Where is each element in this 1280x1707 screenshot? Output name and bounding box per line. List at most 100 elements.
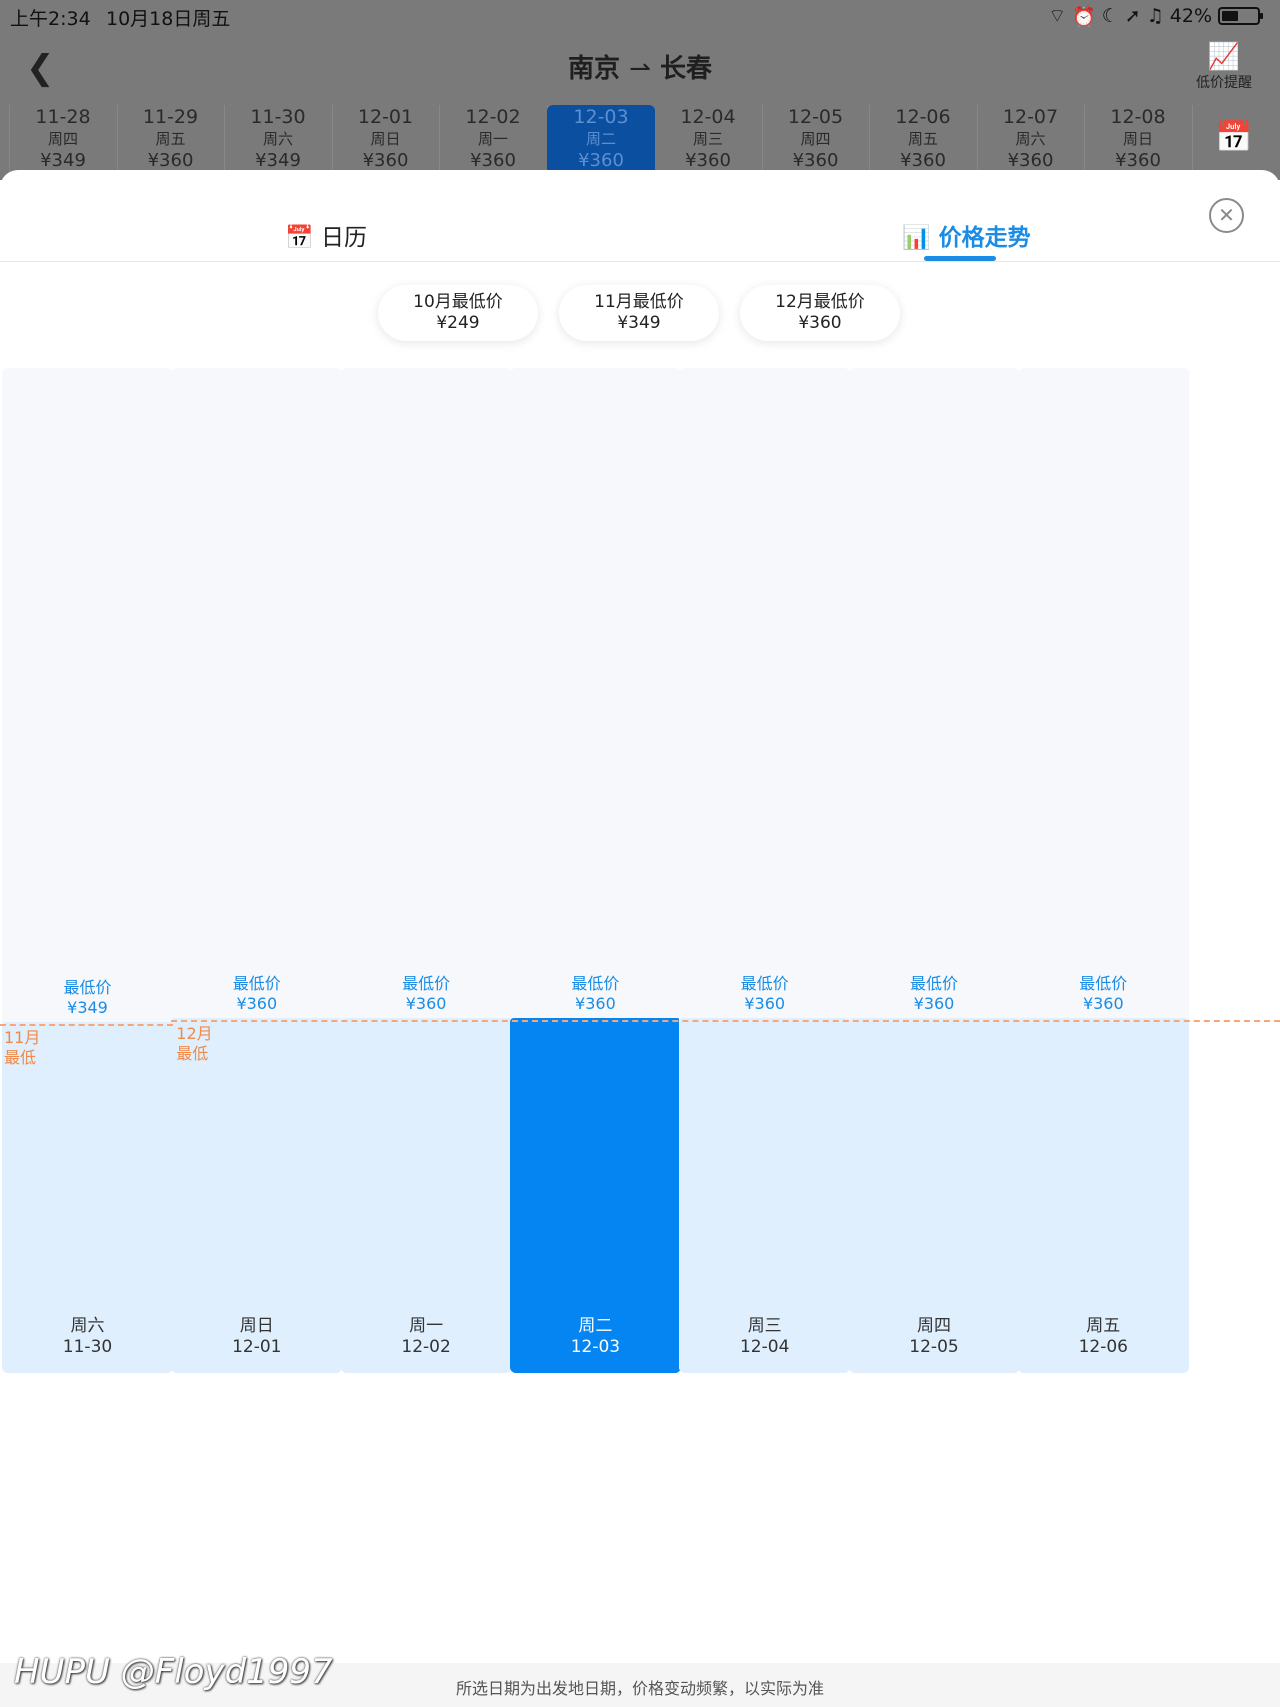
- bar-date-label: 12-06: [1078, 1337, 1128, 1357]
- headphones-icon: ♫: [1146, 5, 1164, 27]
- moon-icon: ☾: [1101, 5, 1119, 27]
- date-strip-item[interactable]: 12-04 周三 ¥360: [655, 105, 763, 180]
- route-arrow-icon: ⇀: [629, 54, 651, 84]
- month-low-label: 10月最低价: [413, 292, 503, 312]
- trend-column[interactable]: 最低价 ¥360 周一 12-02: [340, 368, 512, 1373]
- route-to: 长春: [659, 54, 712, 84]
- bar-price-label: 最低价 ¥360: [341, 974, 512, 1014]
- calendar-icon[interactable]: 📅: [1215, 120, 1252, 155]
- date-strip-weekday: 周一: [477, 130, 508, 148]
- bar-chart-icon: 📊: [902, 225, 931, 251]
- low-price-alert-button[interactable]: 📈 低价提醒: [1192, 42, 1256, 92]
- date-strip-weekday: 三: [0, 129, 9, 149]
- date-strip-date: 11-29: [142, 106, 199, 128]
- date-strip-date: 12-01: [357, 106, 414, 128]
- bar-caption: 最低价: [63, 978, 112, 997]
- bar-caption: 最低价: [740, 973, 789, 993]
- wifi-icon: ⌔: [1048, 5, 1067, 27]
- date-strip-date: 12-06: [895, 106, 951, 128]
- bar-caption: 最低价: [1079, 973, 1128, 993]
- low-price-alert-label: 低价提醒: [1196, 75, 1252, 91]
- bar-price-label: 最低价 ¥360: [679, 974, 850, 1014]
- bar-caption: 最低价: [909, 973, 958, 993]
- watermark: HUPU @Floyd1997: [14, 1652, 333, 1692]
- bar-price-value: ¥360: [744, 993, 786, 1013]
- date-strip-weekday: 周五: [155, 130, 186, 148]
- trend-column[interactable]: 最低价 ¥360 周日 12-01: [171, 368, 343, 1373]
- date-strip-date: 11-30: [250, 106, 306, 128]
- date-strip-item[interactable]: 12-02 周一 ¥360: [440, 105, 548, 180]
- date-strip-weekday: 周日: [1122, 130, 1153, 148]
- trend-column[interactable]: 最低价 ¥349 周六 11-30: [2, 368, 173, 1373]
- trend-column[interactable]: 最低价 ¥360 周五 12-06: [1017, 368, 1189, 1373]
- trend-column[interactable]: 最低价 ¥360 周四 12-05: [848, 368, 1020, 1373]
- bar-price-value: ¥360: [575, 993, 616, 1013]
- tab-calendar[interactable]: 📅 日历: [285, 218, 367, 252]
- date-strip-item[interactable]: 12-03 周二 ¥360: [547, 105, 655, 180]
- tab-price-trend[interactable]: 📊 价格走势: [902, 218, 1031, 252]
- reference-line: [171, 1019, 1280, 1022]
- tab-price-trend-label: 价格走势: [938, 225, 1031, 251]
- month-low-label: 12月最低价: [775, 292, 865, 312]
- bar-weekday-label: 周五: [1086, 1316, 1121, 1336]
- date-strip-date: 12-08: [1110, 106, 1166, 128]
- date-strip-item[interactable]: 12-07 周六 ¥360: [977, 105, 1085, 180]
- price-trend-sheet: 📅 日历 📊 价格走势 ✕ 10月最低价 ¥249 11月最低价 ¥349 12…: [0, 170, 1280, 1707]
- date-strip-item[interactable]: 12-05 周四 ¥360: [762, 105, 870, 180]
- bar-date-label: 12-03: [570, 1337, 621, 1357]
- date-strip-item[interactable]: 11-29 周五 ¥360: [117, 105, 225, 180]
- reference-line-label: 11月最低: [4, 1028, 41, 1067]
- date-strip-date: 11-28: [35, 106, 91, 128]
- bar-caption: 最低价: [232, 973, 281, 993]
- month-low-price: ¥249: [436, 313, 480, 333]
- bar-price-value: ¥360: [405, 993, 447, 1013]
- date-strip-date: 12-04: [680, 106, 736, 128]
- date-strip-weekday: 周六: [262, 130, 293, 148]
- date-strip-date: 27: [0, 105, 9, 129]
- date-strip-item[interactable]: 12-08 周日 ¥360: [1085, 105, 1193, 180]
- date-strip-item[interactable]: 11-30 周六 ¥349: [225, 105, 333, 180]
- bar-date-label: 12-01: [232, 1337, 282, 1357]
- status-date: 10月18日周五: [106, 8, 231, 30]
- bar-caption: 最低价: [402, 973, 451, 993]
- date-strip-item[interactable]: 11-28 周四 ¥349: [10, 105, 118, 180]
- reference-line: [0, 1024, 173, 1026]
- calendar-small-icon: 📅: [285, 225, 314, 251]
- date-strip-price: 60: [0, 149, 9, 173]
- date-strip-weekday: 周三: [692, 130, 723, 148]
- trend-column[interactable]: 最低价 ¥360 周二 12-03: [509, 368, 681, 1373]
- tab-calendar-label: 日历: [320, 225, 367, 251]
- close-icon[interactable]: ✕: [1209, 198, 1244, 233]
- trend-column[interactable]: 最低价 ¥360 周三 12-04: [679, 368, 851, 1373]
- bar-date-label: 11-30: [62, 1337, 113, 1357]
- bar-price-label: 最低价 ¥349: [2, 978, 173, 1018]
- bar-price-value: ¥360: [913, 993, 955, 1013]
- bar-price-value: ¥360: [236, 993, 278, 1013]
- bar-date-label: 12-04: [739, 1337, 790, 1357]
- date-strip-weekday: 周五: [907, 130, 938, 148]
- date-strip-weekday: 周四: [800, 130, 831, 148]
- date-strip-item[interactable]: 27三60: [0, 105, 10, 180]
- battery-percent: 42%: [1169, 5, 1212, 27]
- bar-weekday-label: 周日: [239, 1316, 274, 1336]
- date-strip-date: 12-07: [1002, 106, 1059, 128]
- date-strip[interactable]: 27三6011-28周四¥34911-29周五¥36011-30周六¥34912…: [0, 105, 1195, 180]
- bar-weekday-label: 周一: [409, 1316, 444, 1336]
- date-strip-weekday: 周二: [585, 130, 616, 148]
- month-low-pill[interactable]: 11月最低价 ¥349: [559, 285, 719, 341]
- date-strip-date: 12-03: [573, 106, 629, 128]
- date-strip-weekday: 周四: [47, 130, 78, 148]
- date-strip-item[interactable]: 12-01 周日 ¥360: [332, 105, 440, 180]
- month-low-pill[interactable]: 10月最低价 ¥249: [378, 285, 538, 341]
- status-time: 上午2:34: [10, 8, 91, 30]
- month-low-label: 11月最低价: [594, 292, 684, 312]
- alarm-icon: ⏰: [1072, 5, 1096, 28]
- bar-date-label: 12-02: [401, 1337, 451, 1357]
- date-strip-item[interactable]: 12-06 周五 ¥360: [870, 105, 978, 180]
- date-strip-weekday: 周日: [370, 130, 401, 148]
- month-low-pill[interactable]: 12月最低价 ¥360: [740, 285, 900, 341]
- bar-caption: 最低价: [571, 973, 620, 993]
- bar-price-label: 最低价 ¥360: [849, 974, 1020, 1014]
- date-strip-date: 12-02: [465, 106, 521, 128]
- bar-price-label: 最低价 ¥360: [1018, 974, 1189, 1014]
